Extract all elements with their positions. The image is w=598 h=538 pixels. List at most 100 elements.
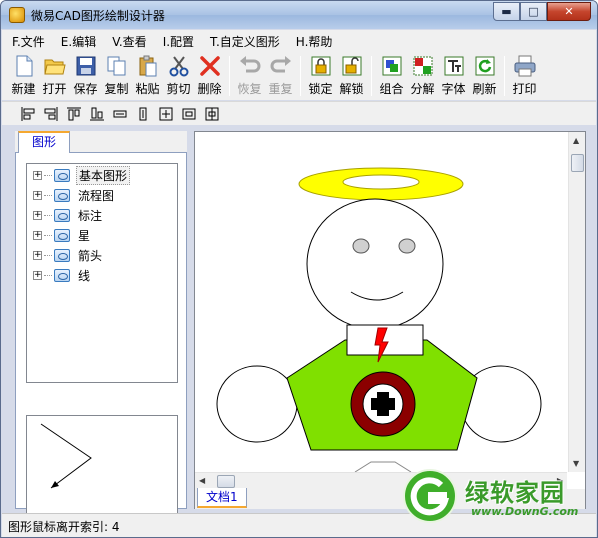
menu-custom-shapes[interactable]: T.自定义图形 (210, 33, 280, 50)
app-icon (9, 7, 25, 23)
menu-config[interactable]: I.配置 (163, 33, 194, 50)
scroll-up-icon[interactable]: ▲ (573, 136, 579, 145)
paste-icon (139, 55, 156, 77)
shape-category-icon (54, 228, 70, 242)
window-title: 微易CAD图形绘制设计器 (31, 9, 165, 23)
group-shapes-icon (382, 56, 401, 76)
left-arm-ellipse[interactable] (216, 365, 298, 443)
unlock-label: 解锁 (339, 82, 364, 96)
tree-item-line[interactable]: + 线 (33, 266, 92, 284)
delete-button[interactable]: 删除 (194, 54, 225, 98)
shape-category-icon (54, 208, 70, 222)
tree-connector (44, 274, 52, 276)
canvas-vertical-scrollbar[interactable]: ▲ ▼ (568, 132, 585, 472)
expand-icon[interactable]: + (33, 170, 42, 180)
cut-button[interactable]: 剪切 (163, 54, 194, 98)
save-button[interactable]: 保存 (70, 54, 101, 98)
unlock-button[interactable]: 解锁 (336, 54, 367, 98)
unlock-icon (342, 56, 361, 76)
align-left-button[interactable] (18, 105, 38, 123)
paste-button[interactable]: 粘贴 (132, 54, 163, 98)
tree-connector (44, 254, 52, 256)
align-left-icon (21, 106, 35, 121)
undo-button[interactable]: 恢复 (234, 54, 265, 98)
title-bar[interactable]: 微易CAD图形绘制设计器 ▬ □ ✕ (1, 1, 597, 29)
align-bottom-button[interactable] (87, 105, 107, 123)
cut-label: 剪切 (166, 82, 191, 96)
expand-icon[interactable]: + (33, 270, 42, 280)
shape-category-icon (54, 168, 70, 182)
center-horizontal-button[interactable] (179, 105, 199, 123)
open-button[interactable]: 打开 (39, 54, 70, 98)
expand-icon[interactable]: + (33, 250, 42, 260)
toolbar-separator (504, 56, 505, 96)
same-height-icon (139, 107, 147, 120)
tree-connector (44, 194, 52, 196)
tree-item-star[interactable]: + 星 (33, 226, 92, 244)
close-button[interactable]: ✕ (547, 2, 591, 21)
print-label: 打印 (512, 82, 537, 96)
tab-shapes[interactable]: 图形 (18, 131, 70, 154)
ungroup-label: 分解 (410, 82, 435, 96)
redo-arrow-icon (270, 56, 291, 73)
scroll-left-icon[interactable]: ◀ (199, 476, 205, 485)
minimize-button[interactable]: ▬ (493, 2, 520, 21)
new-file-icon (16, 55, 32, 77)
menu-help[interactable]: H.帮助 (296, 33, 333, 50)
align-top-button[interactable] (64, 105, 84, 123)
alignment-toolbar (2, 101, 596, 125)
menu-bar: F.文件 E.编辑 V.查看 I.配置 T.自定义图形 H.帮助 (2, 30, 596, 52)
drawing-canvas[interactable]: ▲ ▼ ◀ ▶ 文档1 (194, 131, 586, 509)
menu-view[interactable]: V.查看 (112, 33, 146, 50)
watermark-url: www.DownG.com (471, 505, 579, 518)
tree-item-label: 星 (78, 228, 91, 243)
toolbar-separator (371, 56, 372, 96)
expand-icon[interactable]: + (33, 190, 42, 200)
maximize-button[interactable]: □ (520, 2, 547, 21)
right-eye-ellipse[interactable] (398, 238, 416, 254)
shape-category-icon (54, 248, 70, 262)
tree-connector (44, 174, 52, 176)
ungroup-button[interactable]: 分解 (407, 54, 438, 98)
tab-document-1[interactable]: 文档1 (197, 488, 247, 508)
horizontal-scroll-thumb[interactable] (217, 475, 235, 488)
copy-button[interactable]: 复制 (101, 54, 132, 98)
print-button[interactable]: 打印 (509, 54, 540, 98)
group-button[interactable]: 组合 (376, 54, 407, 98)
same-width-button[interactable] (110, 105, 130, 123)
same-height-button[interactable] (133, 105, 153, 123)
menu-edit[interactable]: E.编辑 (61, 33, 96, 50)
tree-item-label: 标注 (78, 208, 103, 223)
tree-item-arrow[interactable]: + 箭头 (33, 246, 104, 264)
tree-item-flowchart[interactable]: + 流程图 (33, 186, 116, 204)
canvas-drawing[interactable] (195, 132, 567, 472)
tree-item-basic-shapes[interactable]: + 基本图形 (33, 165, 131, 185)
new-button[interactable]: 新建 (8, 54, 39, 98)
center-horizontal-icon (182, 108, 196, 119)
tree-item-annotation[interactable]: + 标注 (33, 206, 104, 224)
scissors-icon (169, 56, 188, 77)
left-eye-ellipse[interactable] (352, 238, 370, 254)
menu-file[interactable]: F.文件 (12, 33, 45, 50)
same-size-button[interactable] (156, 105, 176, 123)
font-button[interactable]: 字体 (438, 54, 469, 98)
expand-icon[interactable]: + (33, 210, 42, 220)
panel-body: + 基本图形 + 流程图 + 标注 + 星 + 箭头 + 线 (15, 153, 187, 533)
tree-item-label: 基本图形 (76, 165, 131, 185)
ungroup-shapes-icon (413, 56, 432, 76)
lock-button[interactable]: 锁定 (305, 54, 336, 98)
center-vertical-button[interactable] (202, 105, 222, 123)
toolbar-separator (229, 56, 230, 96)
align-right-button[interactable] (41, 105, 61, 123)
align-top-icon (67, 107, 81, 120)
undo-label: 恢复 (237, 82, 262, 96)
vertical-scroll-thumb[interactable] (571, 154, 584, 172)
window-controls: ▬ □ ✕ (493, 2, 591, 21)
halo-inner-ellipse[interactable] (342, 174, 420, 190)
head-ellipse[interactable] (306, 198, 444, 330)
expand-icon[interactable]: + (33, 230, 42, 240)
refresh-button[interactable]: 刷新 (469, 54, 500, 98)
redo-button[interactable]: 重复 (265, 54, 296, 98)
delete-x-icon (199, 56, 220, 76)
center-vertical-icon (205, 107, 219, 120)
